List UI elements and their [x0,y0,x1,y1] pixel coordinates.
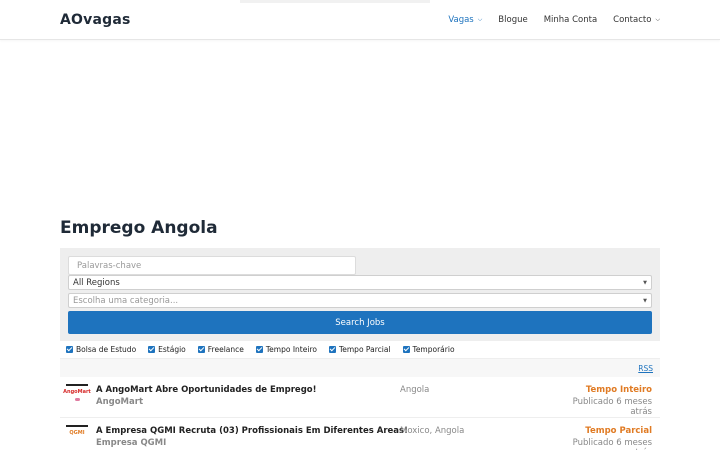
company-logo: AngoMart [63,384,91,406]
keywords-input[interactable]: Palavras-chave [68,256,356,275]
search-jobs-button[interactable]: Search Jobs [68,311,652,334]
checkbox-checked[interactable] [328,346,336,353]
job-type-filters: Bolsa de Estudo Estágio Freelance Tempo … [60,341,660,359]
job-info: A AngoMart Abre Oportunidades de Emprego… [96,384,400,417]
filter-tempo-inteiro[interactable]: Tempo Inteiro [255,345,317,354]
filter-label: Temporário [412,345,455,354]
job-location: Angola [400,385,430,395]
ad-placeholder [0,40,720,215]
job-type-badge: Tempo Inteiro [585,385,652,395]
nav-item-vagas[interactable]: Vagas ⌵ [448,15,482,25]
filter-label: Tempo Inteiro [265,345,317,354]
job-listing[interactable]: QGMI A Empresa QGMI Recruta (03) Profiss… [60,418,660,450]
nav-item-label: Contacto [613,14,652,25]
region-select-value: All Regions [73,277,120,288]
site-logo[interactable]: AOvagas [60,12,131,28]
nav-item-minha-conta[interactable]: Minha Conta [544,15,597,25]
filter-bolsa-de-estudo[interactable]: Bolsa de Estudo [66,345,136,354]
filter-label: Bolsa de Estudo [76,345,137,354]
chevron-down-icon: ⌵ [655,15,660,23]
filter-tempo-parcial[interactable]: Tempo Parcial [328,345,391,354]
region-select[interactable]: All Regions ▼ [68,275,652,290]
job-info: A Empresa QGMI Recruta (03) Profissionai… [96,425,408,450]
logo-brand-text: AngoMart [63,389,91,395]
logo-brand-text: QGMI [69,430,85,436]
category-select-placeholder: Escolha uma categoria... [73,295,179,306]
rss-row: RSS [60,359,660,377]
job-title[interactable]: A Empresa QGMI Recruta (03) Profissionai… [96,426,408,436]
nav-item-label: Vagas [448,14,474,25]
filter-freelance[interactable]: Freelance [197,345,244,354]
checkbox-checked[interactable] [148,346,156,353]
job-listing[interactable]: AngoMart A AngoMart Abre Oportunidades d… [60,377,660,418]
header-decoration [240,0,430,3]
job-location: Moxico, Angola [400,426,465,436]
filter-label: Estágio [158,345,186,354]
page-title: Emprego Angola [60,218,218,238]
job-posted-date: Publicado 6 meses atrás [572,438,652,450]
job-posted-date: Publicado 6 meses atrás [572,397,652,417]
job-title[interactable]: A AngoMart Abre Oportunidades de Emprego… [96,385,400,395]
checkbox-checked[interactable] [66,346,73,353]
logo-strip [66,384,88,386]
job-meta: Tempo Parcial Publicado 6 meses atrás [550,425,652,450]
nav-item-label: Minha Conta [543,14,598,25]
checkbox-checked[interactable] [255,346,263,353]
nav-item-blogue[interactable]: Blogue [498,15,527,25]
filter-label: Freelance [207,345,244,354]
logo-mark [74,398,80,401]
filter-estagio[interactable]: Estágio [148,345,186,354]
nav-item-contacto[interactable]: Contacto ⌵ [613,15,660,25]
checkbox-checked[interactable] [402,346,410,353]
main-nav: Vagas ⌵ Blogue Minha Conta Contacto ⌵ [432,15,660,25]
rss-link[interactable]: RSS [638,364,653,373]
job-company: Empresa QGMI [96,438,167,448]
checkbox-checked[interactable] [197,346,205,353]
nav-item-label: Blogue [498,14,528,25]
dropdown-arrow-icon: ▼ [643,297,647,304]
filter-temporario[interactable]: Temporário [402,345,455,354]
filter-label: Tempo Parcial [338,345,391,354]
job-search-form: Palavras-chave All Regions ▼ Escolha uma… [60,248,660,341]
chevron-down-icon: ⌵ [477,15,483,23]
logo-strip [66,425,88,427]
job-type-badge: Tempo Parcial [585,426,652,436]
job-meta: Tempo Inteiro Publicado 6 meses atrás [550,384,652,417]
site-header: AOvagas Vagas ⌵ Blogue Minha Conta Conta… [0,0,720,40]
category-select[interactable]: Escolha uma categoria... ▼ [68,293,652,308]
company-logo: QGMI [66,425,88,447]
dropdown-arrow-icon: ▼ [643,279,647,286]
job-company: AngoMart [96,397,144,407]
